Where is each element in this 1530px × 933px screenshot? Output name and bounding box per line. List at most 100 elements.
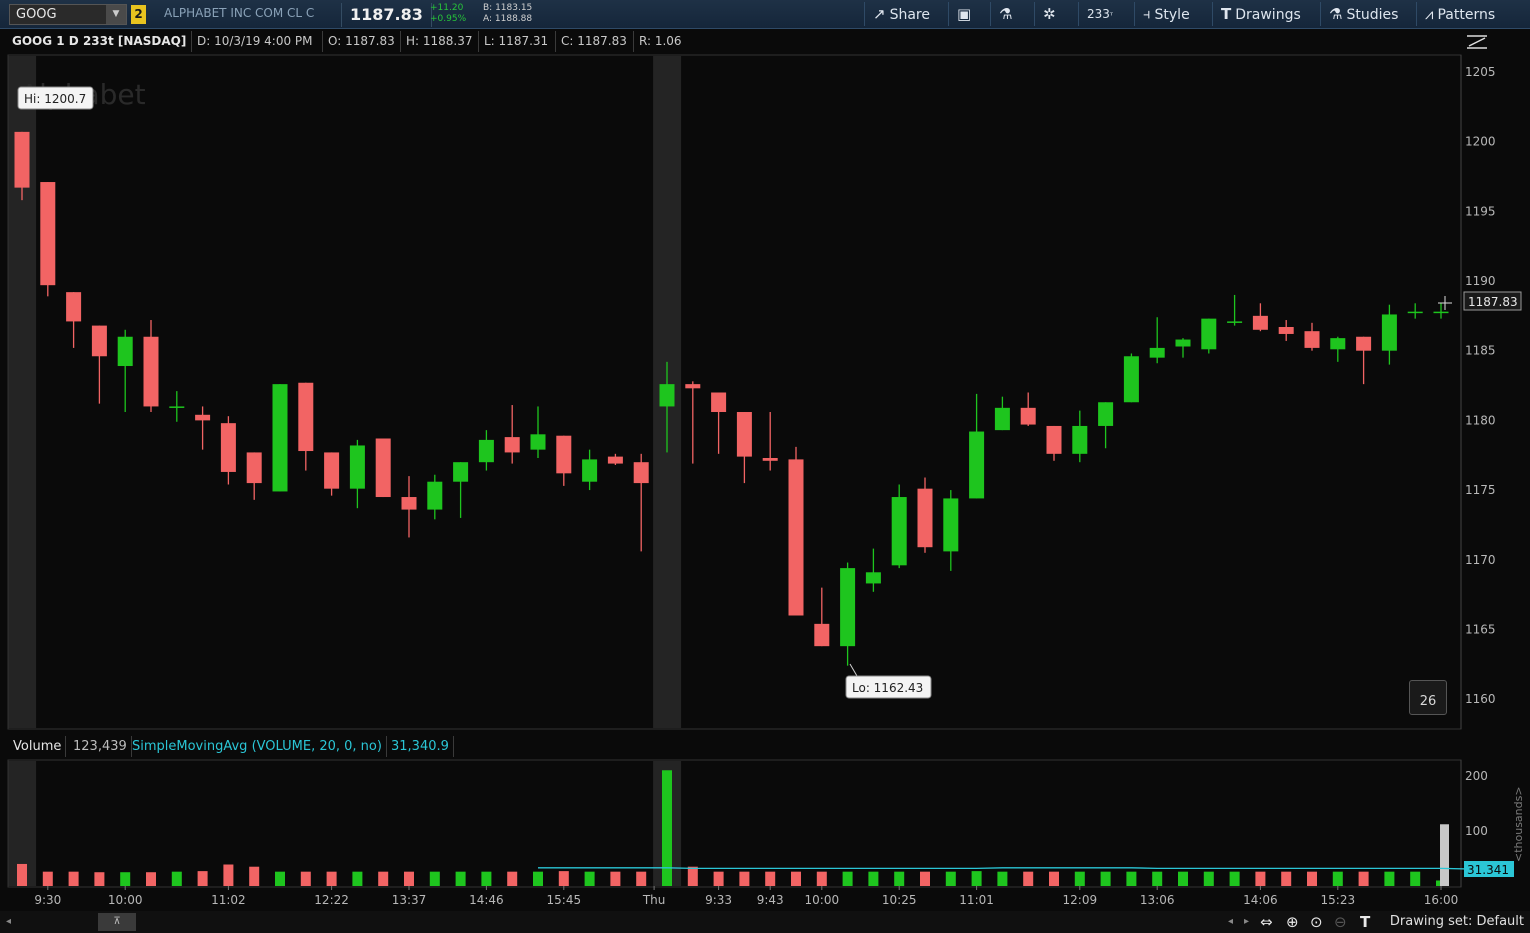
time-tick-label: 11:01	[959, 893, 994, 907]
candle-body	[40, 182, 56, 286]
candle-body	[865, 572, 881, 584]
candle-body	[1227, 321, 1243, 323]
volume-axis-unit: <thousands>	[1512, 786, 1525, 862]
candle-body	[762, 458, 778, 461]
volume-bar	[249, 866, 260, 886]
volume-label[interactable]: Volume	[9, 736, 67, 757]
candle-body	[530, 434, 546, 450]
zoom-in-icon[interactable]: ⊙	[1310, 913, 1323, 931]
price-axis: 1160 1165 1170 1175 1180 1185 1190 1195 1200 1205	[1460, 55, 1496, 729]
candle-body	[685, 384, 701, 389]
volume-bar	[816, 871, 827, 886]
volume-bar	[558, 871, 569, 886]
volume-bar	[120, 872, 131, 886]
candle-body	[478, 439, 494, 463]
time-tick-label: 12:09	[1063, 893, 1098, 907]
bottom-bar: ◂ ⊼ ◂ ▸ ⇔ ⊕ ⊙ ⊖ T Drawing set: Default	[0, 911, 1530, 933]
volume-bar	[223, 864, 234, 886]
crosshair-icon[interactable]: ⊕	[1286, 913, 1299, 931]
candle-body	[427, 481, 443, 510]
candle-body	[994, 407, 1010, 431]
time-tick-label: 15:45	[547, 893, 582, 907]
candle-body	[969, 431, 985, 499]
volume-bar	[275, 871, 285, 886]
volume-bar	[1229, 871, 1240, 886]
volume-bar	[997, 871, 1008, 886]
text-drawing-icon[interactable]: T	[1360, 913, 1370, 931]
volume-bar	[1332, 871, 1343, 886]
time-tick-label: 10:00	[108, 893, 143, 907]
time-tick-label: 16:00	[1424, 893, 1459, 907]
candle-body	[298, 382, 314, 452]
price-tick-label: 1195	[1465, 204, 1496, 218]
candle-body	[220, 423, 236, 472]
candle-body	[736, 412, 752, 457]
volume-bar	[1126, 871, 1137, 886]
volume-bar	[1255, 871, 1266, 886]
price-tick-label: 1190	[1465, 274, 1496, 288]
volume-bar	[765, 871, 776, 886]
volume-bar	[404, 871, 414, 886]
lo-label-pointer	[849, 663, 858, 677]
candle-body	[1381, 314, 1397, 351]
scroll-prev-icon[interactable]: ◂	[1228, 916, 1233, 927]
candle-body	[917, 488, 933, 548]
candle-body	[66, 292, 82, 322]
candle-body	[1149, 347, 1165, 358]
candle-body	[1330, 338, 1346, 350]
volume-bar	[1023, 871, 1034, 886]
time-tick-label: 13:37	[392, 893, 427, 907]
volume-bar	[1152, 871, 1163, 886]
candle-body	[1046, 425, 1062, 454]
candle-body	[633, 462, 649, 484]
volume-bar	[481, 871, 492, 886]
price-tick-label: 1170	[1465, 553, 1496, 567]
volume-sma-tag-text: 31.341	[1467, 863, 1509, 877]
volume-value: 123,439	[69, 736, 132, 757]
sma-study-value: 31,340.9	[387, 736, 454, 757]
time-scrollbar-thumb[interactable]: ⊼	[98, 913, 136, 931]
last-price-tag: 1187.83	[1463, 291, 1522, 311]
candle-body	[556, 435, 572, 474]
expand-icon[interactable]	[1467, 35, 1487, 49]
lo-label: Lo: 1162.43	[845, 675, 932, 699]
candle-body	[943, 498, 959, 552]
candle-body	[1278, 326, 1294, 334]
candle-body	[117, 336, 133, 367]
volume-bar	[352, 871, 363, 886]
sma-study-label[interactable]: SimpleMovingAvg (VOLUME, 20, 0, no)	[128, 736, 387, 757]
price-chart[interactable]: Alphabet 1160116511701175118011851190119…	[0, 0, 1530, 933]
volume-bar	[1384, 871, 1395, 886]
candle-body	[1123, 356, 1139, 403]
volume-bar	[636, 871, 647, 886]
volume-bar	[1049, 871, 1059, 886]
candle-body	[246, 452, 262, 484]
scroll-left-icon[interactable]: ◂	[6, 916, 11, 927]
scroll-next-icon[interactable]: ▸	[1244, 916, 1249, 927]
volume-bar	[1358, 871, 1369, 886]
volume-bar	[920, 871, 930, 886]
volume-bar	[429, 871, 440, 886]
time-tick-label: 12:22	[314, 893, 349, 907]
candle-body	[91, 325, 107, 357]
volume-bar	[868, 871, 879, 886]
time-tick-label: 14:46	[469, 893, 504, 907]
volume-bar	[300, 871, 311, 886]
candle-body	[1201, 318, 1217, 350]
price-tick-label: 1160	[1465, 692, 1496, 706]
candle-body	[504, 437, 520, 453]
candle-body	[14, 131, 30, 188]
candle-body	[375, 438, 391, 498]
time-tick-label: 9:30	[34, 893, 61, 907]
drawing-set-label[interactable]: Drawing set: Default	[1390, 914, 1524, 929]
volume-bar	[1440, 824, 1449, 886]
candle-body	[1304, 331, 1320, 348]
pan-icon[interactable]: ⇔	[1260, 913, 1273, 931]
volume-bar	[94, 872, 105, 886]
candle-body	[324, 452, 340, 489]
zoom-out-icon[interactable]: ⊖	[1334, 913, 1347, 931]
crosshair-plus-icon	[1438, 296, 1452, 310]
time-tick-label: Thu	[642, 893, 666, 907]
corner-count-badge[interactable]: 26	[1409, 680, 1447, 715]
hi-label-text: Hi: 1200.7	[24, 92, 86, 106]
